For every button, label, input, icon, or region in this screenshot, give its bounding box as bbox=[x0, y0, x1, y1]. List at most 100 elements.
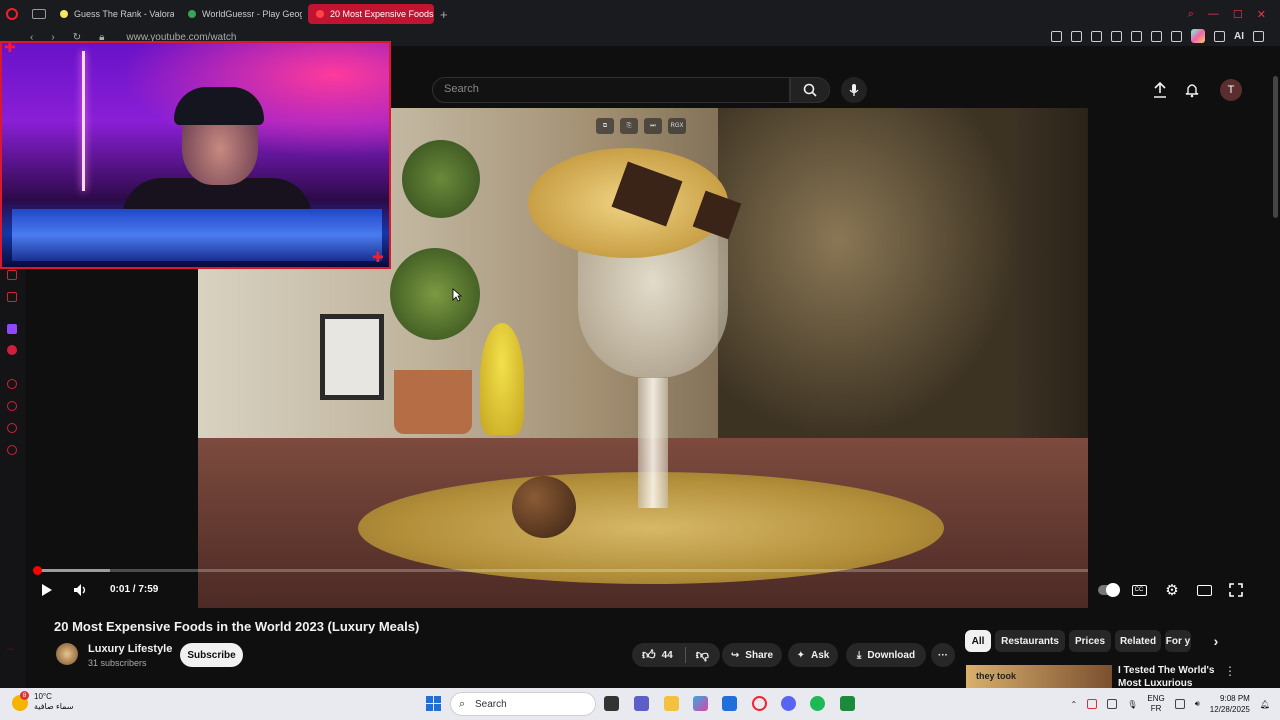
tray-overflow-icon[interactable]: ⌃ bbox=[1071, 700, 1078, 709]
search-button[interactable] bbox=[790, 77, 830, 103]
rgx-badge[interactable]: RGX bbox=[668, 118, 686, 134]
chip-prices[interactable]: Prices bbox=[1069, 630, 1111, 652]
snapshot-icon[interactable] bbox=[1071, 30, 1082, 42]
captions-button[interactable]: CC bbox=[1130, 582, 1148, 598]
close-button[interactable]: ✕ bbox=[1257, 8, 1266, 21]
store-icon[interactable] bbox=[722, 696, 737, 711]
scrubber-handle[interactable] bbox=[33, 566, 42, 575]
snapshot-icon[interactable]: ⎘ bbox=[620, 118, 638, 134]
fullscreen-button[interactable] bbox=[1227, 582, 1245, 598]
opera-menu-icon[interactable] bbox=[6, 8, 18, 20]
share-label: Share bbox=[745, 649, 774, 661]
tab-expensive-foods[interactable]: 20 Most Expensive Foods bbox=[308, 4, 434, 24]
browser-toolbar: AI bbox=[1051, 29, 1264, 43]
shield-icon[interactable] bbox=[1091, 30, 1102, 42]
maximize-button[interactable]: ☐ bbox=[1233, 8, 1243, 21]
discord-icon[interactable] bbox=[781, 696, 796, 711]
chip-for-you[interactable]: For y bbox=[1165, 630, 1191, 652]
voice-search-button[interactable] bbox=[841, 77, 867, 103]
tab-worldguessr[interactable]: WorldGuessr - Play Geography bbox=[180, 4, 302, 24]
thumbs-up-icon[interactable]: 👍︎ bbox=[642, 647, 656, 663]
copilot-icon[interactable] bbox=[693, 696, 708, 711]
popout-icon[interactable]: ⧉ bbox=[596, 118, 614, 134]
sun-icon: 8 bbox=[12, 691, 29, 711]
extension-avatar-icon[interactable] bbox=[1191, 29, 1205, 43]
task-view-icon[interactable] bbox=[604, 696, 619, 711]
download-button[interactable]: ⤓ Download bbox=[846, 643, 926, 667]
ask-button[interactable]: ✦ Ask bbox=[788, 643, 838, 667]
browser-tab-bar: Guess The Rank - Valorant WorldGuessr - … bbox=[0, 0, 1280, 28]
channel-avatar[interactable] bbox=[56, 643, 78, 665]
sidebar-box-icon[interactable] bbox=[7, 423, 17, 433]
extensions-icon[interactable] bbox=[1171, 30, 1182, 42]
autoplay-toggle[interactable] bbox=[1097, 582, 1120, 598]
sidebar-app-icon-2[interactable] bbox=[7, 345, 17, 355]
channel-name[interactable]: Luxury Lifestyle bbox=[88, 643, 172, 655]
settings-button[interactable]: ⚙ bbox=[1163, 582, 1181, 599]
play-icon[interactable] bbox=[1111, 30, 1122, 42]
recommendation-title[interactable]: I Tested The World's Most Luxurious bbox=[1118, 664, 1236, 688]
notification-bell-icon[interactable]: 🔔︎ bbox=[1260, 700, 1270, 709]
theater-button[interactable] bbox=[1195, 582, 1213, 598]
spotify-icon[interactable] bbox=[810, 696, 825, 711]
more-actions-button[interactable]: ··· bbox=[931, 643, 955, 667]
file-explorer-icon[interactable] bbox=[664, 696, 679, 711]
system-tray: ⌃ 🎙︎ ENG FR 🔊︎ 9:08 PM 12/28/2025 🔔︎ bbox=[1071, 693, 1270, 715]
thumbs-down-icon[interactable]: 👎︎ bbox=[696, 647, 709, 663]
window-controls: ⌕ — ☐ ✕ bbox=[1188, 0, 1280, 28]
opera-icon[interactable] bbox=[752, 696, 767, 711]
recommendation-thumbnail[interactable]: they took bbox=[966, 665, 1112, 688]
settings-icon[interactable] bbox=[7, 445, 17, 455]
share-button[interactable]: ↪ Share bbox=[722, 643, 782, 667]
chip-related[interactable]: Related bbox=[1115, 630, 1161, 652]
new-tab-button[interactable]: + bbox=[440, 7, 448, 22]
chips-next-button[interactable]: › bbox=[1206, 630, 1226, 652]
tab-islands-icon[interactable] bbox=[32, 9, 46, 19]
share-icon: ↪ bbox=[730, 649, 740, 661]
sparkle-icon: ✦ bbox=[796, 649, 806, 661]
search-tabs-icon[interactable]: ⌕ bbox=[1188, 8, 1194, 21]
play-button[interactable] bbox=[39, 582, 55, 598]
heart-icon[interactable] bbox=[1131, 30, 1142, 42]
tray-app-icon[interactable] bbox=[1087, 699, 1098, 709]
menu-icon[interactable] bbox=[1253, 30, 1264, 42]
app-icon[interactable] bbox=[840, 696, 855, 711]
page-scrollbar[interactable] bbox=[1273, 76, 1278, 218]
skip-icon[interactable]: ⏭ bbox=[644, 118, 662, 134]
upload-button[interactable] bbox=[1151, 81, 1169, 99]
search-input[interactable]: Search bbox=[432, 77, 790, 103]
weather-widget[interactable]: 8 10°C سماء صافية bbox=[12, 691, 74, 712]
teams-icon[interactable] bbox=[634, 696, 649, 711]
recommendation-menu-icon[interactable]: ⋮ bbox=[1224, 664, 1236, 678]
sidebar-play-icon[interactable] bbox=[7, 379, 17, 389]
sidebar-mail-icon[interactable] bbox=[7, 292, 17, 302]
tab-guess-the-rank[interactable]: Guess The Rank - Valorant bbox=[52, 4, 174, 24]
time-display: 0:01 / 7:59 bbox=[110, 584, 159, 595]
subscribe-button[interactable]: Subscribe bbox=[180, 643, 243, 667]
video-progress-bar[interactable] bbox=[33, 566, 1088, 575]
minimize-button[interactable]: — bbox=[1208, 8, 1219, 20]
download-icon[interactable] bbox=[1214, 30, 1225, 42]
tray-network-icon[interactable] bbox=[1107, 699, 1118, 709]
mic-tray-icon[interactable]: 🎙︎ bbox=[1127, 700, 1137, 709]
account-avatar[interactable]: T bbox=[1220, 79, 1242, 101]
taskbar-search[interactable]: ⌕ Search bbox=[450, 692, 596, 716]
stats-icon[interactable] bbox=[1151, 30, 1162, 42]
sidebar-more-icon[interactable]: ··· bbox=[7, 646, 17, 656]
wifi-icon[interactable] bbox=[1174, 699, 1185, 709]
like-count[interactable]: 44 bbox=[662, 650, 673, 661]
clock[interactable]: 9:08 PM 12/28/2025 bbox=[1210, 693, 1250, 715]
speaker-icon[interactable]: 🔊︎ bbox=[1195, 699, 1200, 709]
twitch-icon[interactable] bbox=[7, 324, 17, 334]
start-button[interactable] bbox=[426, 696, 441, 711]
volume-button[interactable] bbox=[72, 582, 88, 598]
chip-all[interactable]: All bbox=[965, 630, 991, 652]
chip-restaurants[interactable]: Restaurants bbox=[995, 630, 1065, 652]
pin-icon[interactable] bbox=[1051, 30, 1062, 42]
sidebar-app-icon[interactable] bbox=[7, 270, 17, 280]
history-icon[interactable] bbox=[7, 401, 17, 411]
language-indicator[interactable]: ENG FR bbox=[1147, 694, 1164, 714]
ai-button[interactable]: AI bbox=[1234, 31, 1244, 42]
notifications-button[interactable] bbox=[1183, 81, 1201, 99]
bell-icon bbox=[1185, 84, 1199, 98]
